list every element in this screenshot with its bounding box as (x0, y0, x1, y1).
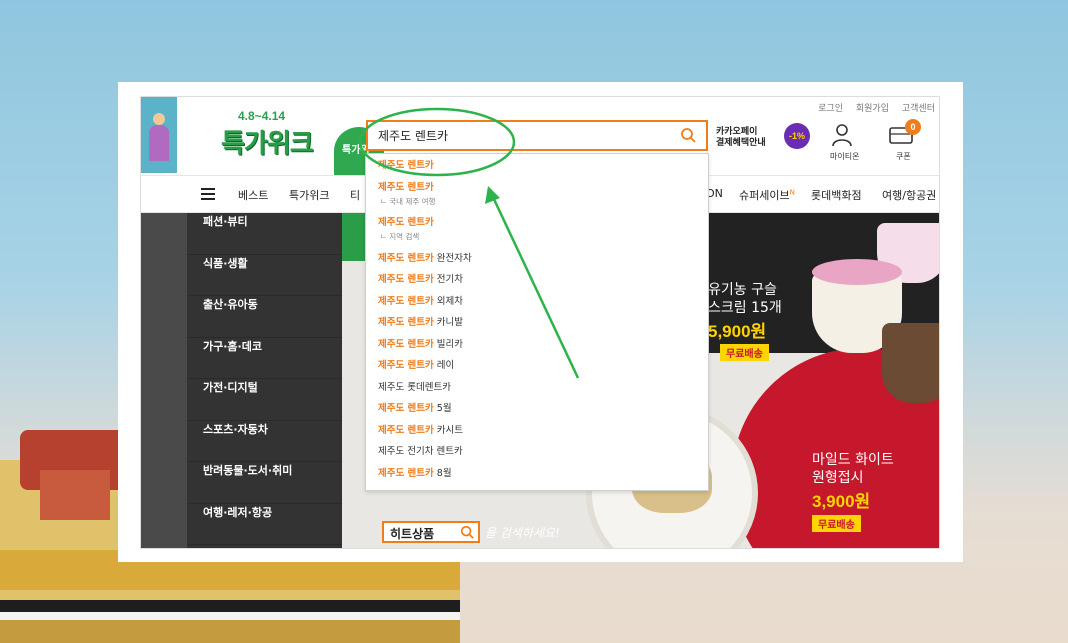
kakao-line1: 카카오페이 (716, 127, 758, 137)
autocomplete-highlight: 제주도 렌트카 (378, 252, 434, 264)
banner-product1-text: 유기농 구슬 스크림 15개 (708, 282, 782, 316)
autocomplete-highlight: 제주도 렌트카 (378, 295, 434, 307)
autocomplete-item[interactable]: 제주도 렌트카 레이 (378, 360, 696, 372)
banner-product2-shipping: 무료배송 (812, 515, 861, 532)
coupon-label[interactable]: 쿠폰 (896, 151, 911, 162)
kakaopay-benefit-link[interactable]: 카카오페이 결제혜택안내 (716, 127, 766, 149)
autocomplete-highlight: 제주도 렌트카 (378, 467, 434, 479)
autocomplete-dropdown: 제주도 렌트카 제주도 렌트카 ㄴ 국내 제주 여행 제주도 렌트카 ㄴ 지역 검색 제주… (365, 153, 709, 491)
autocomplete-rest: 8월 (433, 467, 452, 479)
left-strip (141, 213, 187, 548)
autocomplete-rest: 카니발 (433, 317, 463, 328)
category-travel-leisure[interactable]: 여행·레저·항공 (187, 504, 342, 545)
autocomplete-item[interactable]: 제주도 전기차 렌트카 (378, 446, 696, 458)
autocomplete-rest: 전기차 (433, 274, 463, 285)
autocomplete-highlight: 제주도 렌트카 (378, 217, 434, 228)
website-screenshot: 4.8~4.14 특가위크 특가위 로그인 회원가입 고객센터 카카오페이 결제… (140, 96, 940, 549)
search-icon (460, 525, 474, 539)
new-badge: N (789, 188, 795, 197)
autocomplete-item[interactable]: 제주도 렌트카 완전자차 (378, 253, 696, 265)
autocomplete-item[interactable]: 제주도 렌트카 외제차 (378, 296, 696, 308)
category-pets-books[interactable]: 반려동물·도서·취미 (187, 462, 342, 504)
nav-item-super-save[interactable]: 슈퍼세이브N (739, 187, 795, 203)
banner-product1-shipping: 무료배송 (720, 344, 769, 361)
nav-item-lotte-department[interactable]: 롯데백화점 (811, 187, 862, 203)
autocomplete-rest: 카시트 (433, 424, 463, 436)
nav-item-special-week[interactable]: 특가위크 (289, 187, 329, 203)
autocomplete-subcategory: ㄴ 국내 제주 여행 (380, 196, 436, 206)
nav-super-save-label: 슈퍼세이브 (739, 189, 790, 202)
promo-title[interactable]: 특가위크 (221, 123, 314, 160)
autocomplete-highlight: 제주도 렌트카 (378, 338, 434, 350)
category-sports-auto[interactable]: 스포츠·자동차 (187, 421, 342, 462)
discount-badge[interactable]: -1% (784, 123, 810, 149)
autocomplete-highlight: 제주도 렌트카 (378, 403, 434, 414)
user-icon[interactable] (831, 123, 853, 147)
autocomplete-highlight: 제주도 렌트카 (378, 274, 434, 285)
autocomplete-item[interactable]: 제주도 렌트카 (378, 160, 696, 172)
category-electronics[interactable]: 가전·디지털 (187, 379, 342, 421)
coupon-count-badge: 0 (905, 119, 921, 135)
autocomplete-highlight: 제주도 렌트카 (378, 160, 434, 171)
nav-item-partial[interactable]: 티 (350, 187, 360, 203)
signup-link[interactable]: 회원가입 (856, 104, 889, 114)
autocomplete-rest: 빌리카 (433, 338, 463, 350)
category-food-living[interactable]: 식품·생활 (187, 255, 342, 296)
autocomplete-rest: 외제차 (433, 295, 463, 307)
autocomplete-highlight: 제주도 렌트카 (378, 317, 434, 328)
autocomplete-highlight: 제주도 렌트카 (378, 424, 434, 436)
kakao-line2: 결제혜택안내 (716, 138, 766, 148)
hit-product-label: 히트상품 (390, 527, 435, 541)
hit-product-search-box[interactable]: 히트상품 (382, 521, 480, 543)
category-fashion-beauty[interactable]: 패션·뷰티 (187, 213, 342, 255)
autocomplete-rest: 5월 (433, 403, 452, 414)
autocomplete-item[interactable]: 제주도 렌트카 빌리카 (378, 339, 696, 351)
hit-product-tagline: 을 검색하세요! (485, 526, 560, 540)
nav-item-travel[interactable]: 여행/항공권 (882, 187, 936, 203)
customer-center-link[interactable]: 고객센터 (902, 104, 935, 114)
autocomplete-rest: 제주도 전기차 렌트카 (378, 446, 463, 457)
autocomplete-item[interactable]: 제주도 렌트카 카시트 (378, 425, 696, 437)
my-page-label[interactable]: 마이티온 (830, 151, 859, 162)
autocomplete-highlight: 제주도 렌트카 (378, 181, 434, 193)
category-menu: 패션·뷰티 식품·생활 출산·유아동 가구·홈·데코 가전·디지털 스포츠·자동… (187, 213, 342, 548)
top-links: 로그인 회원가입 고객센터 (808, 101, 935, 114)
login-link[interactable]: 로그인 (818, 104, 843, 114)
search-input[interactable] (368, 122, 658, 149)
category-furniture-home[interactable]: 가구·홈·데코 (187, 338, 342, 379)
promo-illustration (141, 97, 177, 173)
autocomplete-item[interactable]: 제주도 렌트카 ㄴ 지역 검색 (378, 217, 696, 243)
nav-item-best[interactable]: 베스트 (238, 187, 268, 203)
banner-product1-price: 5,900원 (708, 322, 767, 341)
banner-product2-text: 마일드 화이트 원형접시 (812, 452, 894, 486)
autocomplete-item[interactable]: 제주도 롯데렌트카 (378, 382, 696, 394)
ice-cream-cup-image (882, 323, 939, 403)
autocomplete-item[interactable]: 제주도 렌트카 전기차 (378, 274, 696, 286)
autocomplete-rest: 레이 (433, 360, 455, 371)
autocomplete-subcategory: ㄴ 지역 검색 (380, 232, 420, 241)
promo-dates: 4.8~4.14 (238, 109, 286, 123)
autocomplete-item[interactable]: 제주도 렌트카 ㄴ 국내 제주 여행 (378, 182, 696, 208)
menu-icon[interactable] (201, 188, 215, 200)
search-icon[interactable] (680, 127, 696, 143)
autocomplete-item[interactable]: 제주도 렌트카 8월 (378, 468, 696, 480)
autocomplete-rest: 제주도 롯데렌트카 (378, 381, 451, 393)
banner-product2-price: 3,900원 (812, 492, 871, 511)
autocomplete-rest: 완전자차 (433, 252, 472, 264)
autocomplete-item[interactable]: 제주도 렌트카 5월 (378, 403, 696, 415)
search-box (366, 120, 708, 151)
category-baby-kids[interactable]: 출산·유아동 (187, 296, 342, 338)
autocomplete-highlight: 제주도 렌트카 (378, 360, 434, 371)
autocomplete-item[interactable]: 제주도 렌트카 카니발 (378, 317, 696, 329)
